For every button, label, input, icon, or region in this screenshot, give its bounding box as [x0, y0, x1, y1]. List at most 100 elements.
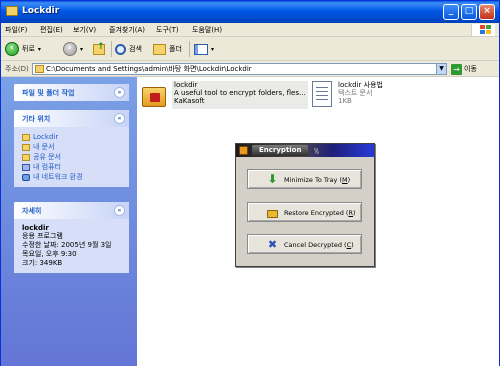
maximize-button[interactable]: □ [461, 4, 477, 20]
address-label: 주소(D) [5, 65, 29, 73]
file-size: 1KB [338, 97, 352, 105]
menu-tools[interactable]: 도구(T) [156, 25, 179, 35]
cancel-decrypted-button[interactable]: ✖ Cancel Decrypted (C) [247, 234, 362, 254]
search-label: 검색 [129, 45, 142, 53]
window-title: Lockdir [22, 6, 60, 16]
windows-logo-icon [471, 24, 495, 36]
file-tasks-title: 파일 및 폴더 작업 [22, 89, 75, 97]
expand-chevron-icon[interactable]: » [114, 87, 125, 98]
toolbar: ‹ 뒤로 ▾ › ▾ ↑ 검색 폴더 ▾ [1, 37, 499, 61]
chevron-down-icon: ▾ [37, 45, 41, 53]
chevron-down-icon: ▾ [211, 45, 215, 53]
folder-icon [22, 133, 30, 141]
minimize-button[interactable]: _ [443, 4, 459, 20]
minimize-to-tray-button[interactable]: ⬇ Minimize To Tray (M) [247, 169, 362, 189]
place-label: 공유 문서 [33, 153, 61, 161]
place-network[interactable]: 내 네트워크 환경 [22, 172, 121, 182]
file-company: KaKasoft [174, 97, 205, 105]
app-icon [239, 146, 248, 155]
collapse-chevron-icon[interactable]: « [114, 205, 125, 216]
toolbar-separator [189, 41, 190, 57]
up-folder-button[interactable]: ↑ [93, 41, 105, 57]
chevron-down-icon: ▾ [80, 45, 84, 53]
menu-edit[interactable]: 편집(E) [40, 25, 63, 35]
file-item-lockdir[interactable]: lockdir A useful tool to encrypt folders… [140, 81, 308, 109]
text-document-icon [312, 81, 332, 107]
button-hotkey: C [346, 241, 352, 249]
file-tasks-panel: 파일 및 폴더 작업 » [14, 84, 129, 101]
details-modified: 수정한 날짜: 2005년 9월 3일 [22, 241, 112, 249]
menu-favorites[interactable]: 즐겨찾기(A) [109, 25, 145, 35]
folders-button[interactable]: 폴더 [153, 41, 182, 57]
dialog-title-bar[interactable]: Encryption \\\ [236, 144, 374, 157]
details-time: 목요일, 오후 9:30 [22, 250, 77, 258]
up-folder-icon: ↑ [93, 42, 105, 55]
folder-icon [22, 153, 30, 161]
address-input[interactable]: C:\Documents and Settings\admin\바탕 화면\Lo… [32, 63, 447, 75]
back-label: 뒤로 [22, 45, 35, 53]
button-label: Cancel Decrypted [284, 241, 342, 249]
button-hotkey: R [348, 209, 353, 217]
grip-icon: \\\ [314, 147, 319, 155]
place-label: Lockdir [33, 133, 59, 141]
go-arrow-icon: → [451, 63, 462, 75]
other-places-header[interactable]: 기타 위치 « [14, 110, 129, 127]
close-button[interactable]: × [479, 4, 495, 20]
lock-app-icon [140, 81, 168, 109]
back-arrow-icon: ‹ [5, 42, 19, 56]
file-description: A useful tool to encrypt folders, fles..… [174, 89, 306, 97]
menu-file[interactable]: 파일(F) [5, 25, 27, 35]
forward-button[interactable]: › ▾ [63, 41, 83, 57]
folder-icon [22, 143, 30, 151]
lock-icon [267, 210, 278, 218]
place-label: 내 컴퓨터 [33, 163, 61, 171]
task-pane: 파일 및 폴더 작업 » 기타 위치 « Lockdir 내 문서 공유 문서 … [1, 77, 137, 366]
place-label: 내 네트워크 환경 [33, 173, 83, 181]
search-button[interactable]: 검색 [115, 41, 142, 57]
details-type: 응용 프로그램 [22, 232, 63, 240]
go-button[interactable]: → 이동 [451, 63, 477, 75]
encryption-dialog: Encryption \\\ ⬇ Minimize To Tray (M) Re… [235, 143, 375, 267]
folders-label: 폴더 [169, 45, 182, 53]
other-places-panel: 기타 위치 « Lockdir 내 문서 공유 문서 내 컴퓨터 내 네트워크 … [14, 110, 129, 187]
place-shared-documents[interactable]: 공유 문서 [22, 152, 121, 162]
details-size: 크기: 349KB [22, 259, 63, 267]
menu-bar: 파일(F) 편집(E) 보기(V) 즐겨찾기(A) 도구(T) 도움말(H) [1, 23, 499, 37]
views-icon [194, 43, 208, 55]
button-label: Minimize To Tray [284, 176, 338, 184]
button-hotkey: M [342, 176, 348, 184]
menu-help[interactable]: 도움말(H) [192, 25, 222, 35]
search-icon [115, 43, 126, 55]
address-path: C:\Documents and Settings\admin\바탕 화면\Lo… [46, 65, 252, 73]
go-label: 이동 [464, 65, 477, 73]
file-item-readme[interactable]: lockdir 사용법 텍스트 문서 1KB [312, 81, 385, 107]
details-title: 자세히 [22, 207, 42, 215]
forward-arrow-icon: › [63, 42, 77, 56]
cancel-x-icon: ✖ [267, 238, 278, 251]
collapse-chevron-icon[interactable]: « [114, 113, 125, 124]
menu-view[interactable]: 보기(V) [73, 25, 96, 35]
folders-icon [153, 43, 166, 55]
file-tasks-header[interactable]: 파일 및 폴더 작업 » [14, 84, 129, 101]
views-button[interactable]: ▾ [194, 41, 214, 57]
address-dropdown-button[interactable]: ▼ [436, 64, 446, 74]
details-header[interactable]: 자세히 « [14, 202, 129, 219]
file-name: lockdir [174, 81, 198, 89]
back-button[interactable]: ‹ 뒤로 ▾ [5, 41, 41, 57]
computer-icon [22, 163, 30, 171]
restore-encrypted-button[interactable]: Restore Encrypted (R) [247, 202, 362, 222]
other-places-title: 기타 위치 [22, 115, 51, 123]
title-bar[interactable]: Lockdir _ □ × [1, 1, 499, 23]
place-my-computer[interactable]: 내 컴퓨터 [22, 162, 121, 172]
folder-icon [35, 65, 44, 73]
folder-icon [6, 6, 18, 16]
place-label: 내 문서 [33, 143, 55, 151]
down-arrow-icon: ⬇ [267, 172, 278, 186]
place-my-documents[interactable]: 내 문서 [22, 142, 121, 152]
details-filename: lockdir [22, 224, 49, 232]
button-label: Restore Encrypted [284, 209, 344, 217]
toolbar-separator [111, 41, 112, 57]
dialog-title: Encryption [252, 145, 309, 156]
place-lockdir[interactable]: Lockdir [22, 132, 121, 142]
details-panel: 자세히 « lockdir 응용 프로그램 수정한 날짜: 2005년 9월 3… [14, 202, 129, 273]
